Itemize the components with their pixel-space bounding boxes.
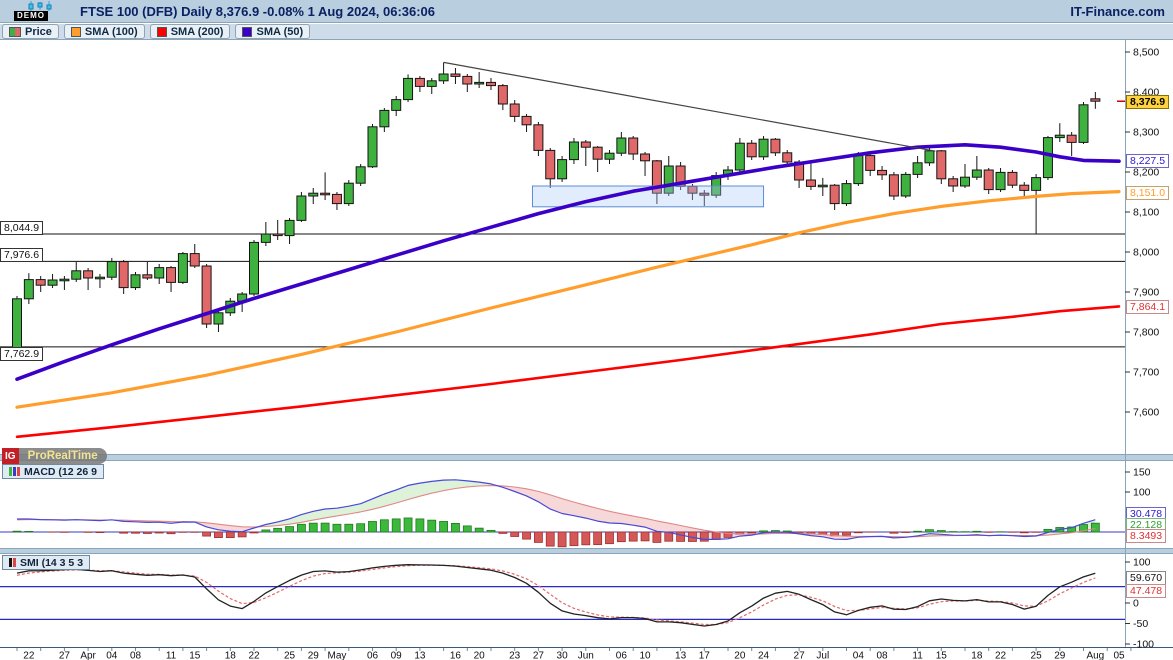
- smi-signal-value-tag: 47.478: [1126, 584, 1166, 598]
- svg-text:150: 150: [1133, 467, 1151, 479]
- sma50-swatch-icon: [242, 27, 252, 37]
- ig-logo: IG: [2, 448, 19, 464]
- svg-text:08: 08: [130, 651, 142, 660]
- svg-text:18: 18: [971, 651, 983, 660]
- brand-link[interactable]: IT-Finance.com: [1070, 4, 1165, 19]
- legend-chip-price[interactable]: Price: [2, 24, 59, 39]
- svg-text:22: 22: [23, 651, 35, 660]
- level-tag-7976: 7,976.6: [0, 248, 43, 262]
- sma50-value-tag: 8,227.5: [1126, 154, 1169, 168]
- svg-text:8,100: 8,100: [1133, 207, 1159, 219]
- time-axis: 22 27 Apr 04 08 11 15 18 22 25 29 May 06 09 13 16 20 23 27…: [17, 648, 1131, 660]
- svg-text:8,500: 8,500: [1133, 47, 1159, 59]
- svg-text:22: 22: [995, 651, 1007, 660]
- svg-text:20: 20: [474, 651, 486, 660]
- svg-text:10: 10: [639, 651, 651, 660]
- svg-text:7,700: 7,700: [1133, 367, 1159, 379]
- svg-text:23: 23: [509, 651, 521, 660]
- price-swatch-icon: [9, 27, 21, 37]
- svg-text:18: 18: [225, 651, 237, 660]
- chart-canvas[interactable]: 8,5008,4008,3008,2008,1008,0007,9007,800…: [0, 0, 1173, 660]
- svg-text:25: 25: [1031, 651, 1043, 660]
- level-tag-7762: 7,762.9: [0, 347, 43, 361]
- svg-text:8,200: 8,200: [1133, 167, 1159, 179]
- sma200-value-tag: 7,864.1: [1126, 300, 1169, 314]
- svg-text:04: 04: [106, 651, 118, 660]
- svg-text:Jul: Jul: [816, 651, 829, 660]
- svg-text:7,900: 7,900: [1133, 287, 1159, 299]
- sma200-swatch-icon: [157, 27, 167, 37]
- macd-chip-label: MACD (12 26 9: [24, 466, 97, 478]
- sma100-value-tag: 8,151.0: [1126, 186, 1169, 200]
- legend-chip-sma50[interactable]: SMA (50): [235, 24, 310, 39]
- smi-value-tag: 59.670: [1126, 571, 1166, 585]
- svg-text:100: 100: [1133, 557, 1151, 569]
- svg-text:27: 27: [794, 651, 806, 660]
- legend-chip-label: SMA (50): [256, 26, 303, 38]
- svg-text:15: 15: [189, 651, 201, 660]
- macd-indicator-chip[interactable]: MACD (12 26 9: [2, 464, 104, 479]
- svg-text:17: 17: [699, 651, 711, 660]
- svg-text:7,600: 7,600: [1133, 407, 1159, 419]
- svg-text:0: 0: [1133, 598, 1139, 610]
- smi-chip-label: SMI (14 3 5 3: [20, 557, 83, 569]
- svg-text:-100: -100: [1133, 639, 1154, 651]
- sma100-swatch-icon: [71, 27, 81, 37]
- svg-text:29: 29: [1054, 651, 1066, 660]
- chart-window: 8,5008,4008,3008,2008,1008,0007,9007,800…: [0, 0, 1173, 660]
- macd-icon: [9, 467, 20, 476]
- svg-text:05: 05: [1113, 651, 1125, 660]
- svg-text:06: 06: [616, 651, 628, 660]
- svg-text:09: 09: [391, 651, 403, 660]
- svg-text:-50: -50: [1133, 618, 1148, 630]
- svg-text:20: 20: [734, 651, 746, 660]
- demo-area: DEMO: [0, 0, 80, 23]
- svg-text:15: 15: [936, 651, 948, 660]
- svg-text:24: 24: [758, 651, 770, 660]
- candles-layer: [13, 62, 1100, 360]
- legend-chip-label: SMA (200): [171, 26, 224, 38]
- macd-panel: 150 100: [0, 467, 1151, 547]
- svg-text:8,000: 8,000: [1133, 247, 1159, 259]
- svg-text:04: 04: [853, 651, 865, 660]
- legend-bar: Price SMA (100) SMA (200) SMA (50): [0, 24, 1173, 40]
- prorealtime-label: ProRealTime: [19, 448, 107, 464]
- svg-text:22: 22: [248, 651, 260, 660]
- svg-text:30: 30: [557, 651, 569, 660]
- demo-badge: DEMO: [14, 11, 48, 21]
- svg-text:Jun: Jun: [578, 651, 594, 660]
- legend-chip-sma200[interactable]: SMA (200): [150, 24, 231, 39]
- svg-text:27: 27: [59, 651, 71, 660]
- prorealtime-logo[interactable]: IG ProRealTime: [2, 448, 107, 464]
- legend-chip-sma100[interactable]: SMA (100): [64, 24, 145, 39]
- sma200-line: [17, 306, 1119, 436]
- svg-text:7,800: 7,800: [1133, 327, 1159, 339]
- svg-text:8,300: 8,300: [1133, 127, 1159, 139]
- svg-text:13: 13: [414, 651, 426, 660]
- legend-chip-label: SMA (100): [85, 26, 138, 38]
- svg-text:Apr: Apr: [80, 651, 96, 660]
- svg-text:11: 11: [166, 651, 177, 660]
- svg-text:08: 08: [876, 651, 888, 660]
- last-price-tag: 8,376.9: [1126, 95, 1169, 109]
- level-tag-8044: 8,044.9: [0, 221, 43, 235]
- smi-icon: [9, 558, 16, 567]
- svg-text:27: 27: [533, 651, 545, 660]
- svg-text:25: 25: [284, 651, 296, 660]
- svg-text:29: 29: [308, 651, 320, 660]
- smi-panel: 100 0 -50 -100: [0, 557, 1154, 651]
- instrument-title: FTSE 100 (DFB) Daily 8,376.9 -0.08% 1 Au…: [80, 4, 435, 19]
- svg-text:100: 100: [1133, 487, 1151, 499]
- legend-chip-label: Price: [25, 26, 52, 38]
- smi-indicator-chip[interactable]: SMI (14 3 5 3: [2, 555, 90, 570]
- macd-signal-value-tag: 8.3493: [1126, 529, 1166, 543]
- svg-text:11: 11: [912, 651, 923, 660]
- svg-text:16: 16: [450, 651, 462, 660]
- svg-text:06: 06: [367, 651, 379, 660]
- svg-text:13: 13: [675, 651, 687, 660]
- svg-text:May: May: [327, 651, 346, 660]
- header-bar: DEMO FTSE 100 (DFB) Daily 8,376.9 -0.08%…: [0, 0, 1173, 23]
- svg-text:Aug: Aug: [1086, 651, 1104, 660]
